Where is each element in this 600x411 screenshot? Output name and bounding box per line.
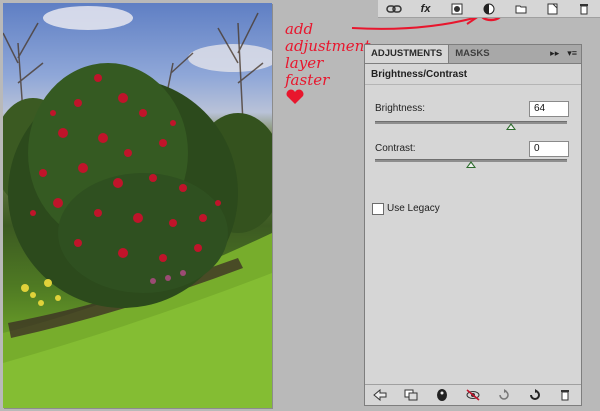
adjustment-title: Brightness/Contrast (365, 64, 581, 85)
collapse-arrows-icon[interactable]: ▸▸ (550, 48, 559, 59)
brightness-slider-track[interactable] (375, 121, 567, 124)
heart-icon (286, 89, 304, 104)
fx-icon[interactable]: fx (417, 2, 435, 16)
reset-icon[interactable] (496, 388, 512, 402)
adjustment-layer-icon[interactable] (480, 2, 498, 16)
layers-toolbar: fx (378, 0, 600, 18)
brightness-label: Brightness: (375, 103, 426, 114)
photo-scene (3, 6, 272, 408)
brightness-slider-thumb[interactable] (506, 123, 517, 130)
brightness-input[interactable]: 64 (529, 101, 569, 117)
clip-to-layer-icon[interactable] (403, 388, 419, 402)
contrast-label: Contrast: (375, 143, 416, 154)
refresh-icon[interactable] (527, 388, 543, 402)
panel-tabs: ADJUSTMENTS MASKS ▸▸ ▾≡ (365, 45, 581, 64)
new-layer-icon[interactable] (543, 2, 561, 16)
folder-icon[interactable] (512, 2, 530, 16)
mask-icon[interactable] (448, 2, 466, 16)
panel-menu-icon[interactable]: ▾≡ (567, 48, 577, 59)
use-legacy-label: Use Legacy (387, 203, 440, 214)
visibility-eye-icon[interactable] (434, 388, 450, 402)
handwritten-annotation: add adjustment layer faster (285, 4, 370, 122)
panel-controls: ▸▸ ▾≡ (550, 48, 577, 59)
annotation-text: add adjustment layer faster (285, 20, 371, 89)
contrast-input[interactable]: 0 (529, 141, 569, 157)
back-arrow-icon[interactable] (372, 388, 388, 402)
trash-icon[interactable] (575, 2, 593, 16)
canvas-photo (3, 3, 272, 408)
link-icon[interactable] (385, 2, 403, 16)
adjustments-panel: ADJUSTMENTS MASKS ▸▸ ▾≡ Brightness/Contr… (364, 44, 582, 406)
view-previous-icon[interactable] (465, 388, 481, 402)
tab-masks[interactable]: MASKS (449, 45, 495, 63)
contrast-slider-thumb[interactable] (466, 161, 476, 168)
fx-label: fx (420, 2, 431, 15)
delete-icon[interactable] (557, 388, 573, 402)
tab-adjustments[interactable]: ADJUSTMENTS (365, 45, 450, 63)
use-legacy-checkbox[interactable] (372, 203, 384, 215)
panel-footer (365, 384, 581, 405)
